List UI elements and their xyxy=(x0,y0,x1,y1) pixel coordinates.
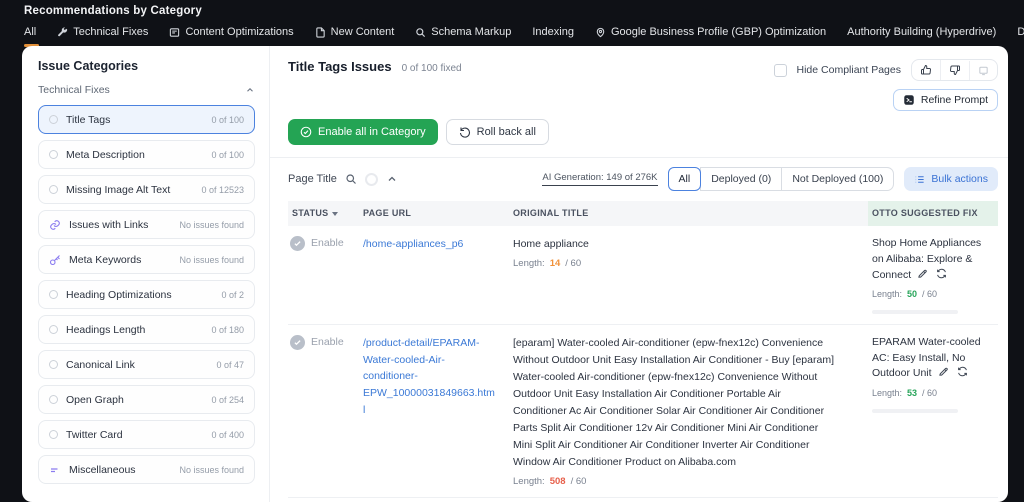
ai-generation-counter: AI Generation: 149 of 276K xyxy=(542,172,657,186)
tab-content-optimizations[interactable]: Content Optimizations xyxy=(169,26,293,47)
radio-icon xyxy=(49,115,58,124)
group-technical-fixes[interactable]: Technical Fixes xyxy=(38,84,255,96)
radio-icon xyxy=(49,290,58,299)
screen-icon[interactable] xyxy=(969,61,997,80)
hide-compliant-checkbox[interactable] xyxy=(774,64,787,77)
section-title: Title Tags Issues xyxy=(288,59,392,74)
length-bar xyxy=(872,310,958,314)
filter-all-button[interactable]: All xyxy=(668,167,702,191)
table-row: Enable /product-detail/EPARAM-Water-cool… xyxy=(288,325,998,498)
regenerate-icon[interactable] xyxy=(936,268,947,279)
radio-icon xyxy=(49,325,58,334)
deploy-filter: All Deployed (0) Not Deployed (100) xyxy=(668,167,895,191)
length-meter: Length: 50 / 60 xyxy=(872,288,984,314)
thumbs-down-icon[interactable] xyxy=(940,60,969,80)
radio-icon xyxy=(49,360,58,369)
refine-prompt-button[interactable]: Refine Prompt xyxy=(893,89,998,111)
edit-pencil-icon[interactable] xyxy=(917,268,928,279)
content-card: Issue Categories Technical Fixes Title T… xyxy=(22,46,1008,502)
radio-icon xyxy=(49,150,58,159)
enable-all-button[interactable]: Enable all in Category xyxy=(288,119,438,145)
length-bar xyxy=(872,409,958,413)
tab-gbp-optimization[interactable]: Google Business Profile (GBP) Optimizati… xyxy=(595,26,826,47)
search-icon[interactable] xyxy=(345,173,357,185)
category-nav: All Technical Fixes Content Optimization… xyxy=(24,26,1000,47)
edit-pencil-icon[interactable] xyxy=(938,366,949,377)
hide-compliant-label: Hide Compliant Pages xyxy=(797,64,901,76)
tab-indexing[interactable]: Indexing xyxy=(532,26,574,47)
sidebar-item-miscellaneous[interactable]: Miscellaneous No issues found xyxy=(38,455,255,484)
issues-table: Status Page URL Original Title OTTO Sugg… xyxy=(288,201,998,502)
enable-toggle[interactable]: Enable xyxy=(311,336,344,348)
history-icon xyxy=(459,126,471,138)
radio-icon xyxy=(49,185,58,194)
original-title-text: Home appliance xyxy=(513,236,856,253)
location-pin-icon xyxy=(595,27,606,38)
original-title-text: [eparam] Water-cooled Air-conditioner (e… xyxy=(513,335,856,471)
search-icon xyxy=(415,27,426,38)
sidebar-item-issues-with-links[interactable]: Issues with Links No issues found xyxy=(38,210,255,239)
dash-icon xyxy=(49,464,61,476)
column-header-page-url: Page URL xyxy=(363,201,513,226)
regenerate-icon[interactable] xyxy=(957,366,968,377)
content-icon xyxy=(169,27,180,38)
table-row: Enable /product-detail/Hot-Sell-Automati… xyxy=(288,498,998,502)
radio-icon xyxy=(49,430,58,439)
roll-back-all-button[interactable]: Roll back all xyxy=(446,119,549,145)
sidebar-item-missing-image-alt-text[interactable]: Missing Image Alt Text 0 of 12523 xyxy=(38,175,255,204)
page-url-link[interactable]: /home-appliances_p6 xyxy=(363,238,463,250)
check-circle-icon xyxy=(300,126,312,138)
thumbs-up-icon[interactable] xyxy=(912,60,940,80)
page-url-link[interactable]: /product-detail/EPARAM-Water-cooled-Air-… xyxy=(363,337,495,416)
column-header-original-title: Original Title xyxy=(513,201,868,226)
sidebar-item-heading-optimizations[interactable]: Heading Optimizations 0 of 2 xyxy=(38,280,255,309)
sidebar-item-title-tags[interactable]: Title Tags 0 of 100 xyxy=(38,105,255,134)
prompt-icon xyxy=(903,94,915,106)
link-icon xyxy=(49,219,61,231)
length-meter: Length: 508 / 60 xyxy=(513,476,856,487)
main-panel: Title Tags Issues 0 of 100 fixed Hide Co… xyxy=(270,46,1008,502)
issue-categories-sidebar: Issue Categories Technical Fixes Title T… xyxy=(22,46,270,502)
tab-new-content[interactable]: New Content xyxy=(315,26,395,47)
filter-column-label: Page Title xyxy=(288,173,337,185)
tab-schema-markup[interactable]: Schema Markup xyxy=(415,26,511,47)
sidebar-item-twitter-card[interactable]: Twitter Card 0 of 400 xyxy=(38,420,255,449)
chevron-up-icon xyxy=(245,85,255,95)
length-meter: Length: 14 / 60 xyxy=(513,258,856,269)
length-meter: Length: 53 / 60 xyxy=(872,387,984,413)
tab-all[interactable]: All xyxy=(24,26,36,47)
feedback-pill xyxy=(911,59,998,81)
file-icon xyxy=(315,27,326,38)
sort-caret-icon xyxy=(332,212,338,216)
sidebar-item-meta-keywords[interactable]: Meta Keywords No issues found xyxy=(38,245,255,274)
column-header-otto-suggested-fix: OTTO Suggested Fix xyxy=(868,201,998,226)
sidebar-item-headings-length[interactable]: Headings Length 0 of 180 xyxy=(38,315,255,344)
sidebar-item-open-graph[interactable]: Open Graph 0 of 254 xyxy=(38,385,255,414)
filter-not-deployed-button[interactable]: Not Deployed (100) xyxy=(781,167,894,191)
status-check-icon xyxy=(290,236,305,251)
column-header-status[interactable]: Status xyxy=(288,201,363,226)
sidebar-item-meta-description[interactable]: Meta Description 0 of 100 xyxy=(38,140,255,169)
page-title: Recommendations by Category xyxy=(24,5,1000,17)
radio-icon xyxy=(49,395,58,404)
filter-deployed-button[interactable]: Deployed (0) xyxy=(700,167,782,191)
enable-toggle[interactable]: Enable xyxy=(311,237,344,249)
key-icon xyxy=(49,254,61,266)
tab-technical-fixes[interactable]: Technical Fixes xyxy=(57,26,148,47)
wrench-icon xyxy=(57,27,68,38)
status-check-icon xyxy=(290,335,305,350)
collapse-chevron-icon[interactable] xyxy=(386,173,398,185)
bulk-list-icon xyxy=(914,174,925,185)
top-header: Recommendations by Category All Technica… xyxy=(0,0,1024,47)
tab-authority-building[interactable]: Authority Building (Hyperdrive) xyxy=(847,26,996,47)
tab-digital-outreach[interactable]: Digital Outreach xyxy=(1017,26,1024,47)
loading-circle-icon xyxy=(365,173,378,186)
bulk-actions-button[interactable]: Bulk actions xyxy=(904,167,998,191)
fixed-count: 0 of 100 fixed xyxy=(402,63,462,74)
sidebar-title: Issue Categories xyxy=(38,59,255,73)
table-row: Enable /home-appliances_p6 Home applianc… xyxy=(288,226,998,325)
sidebar-item-canonical-link[interactable]: Canonical Link 0 of 47 xyxy=(38,350,255,379)
